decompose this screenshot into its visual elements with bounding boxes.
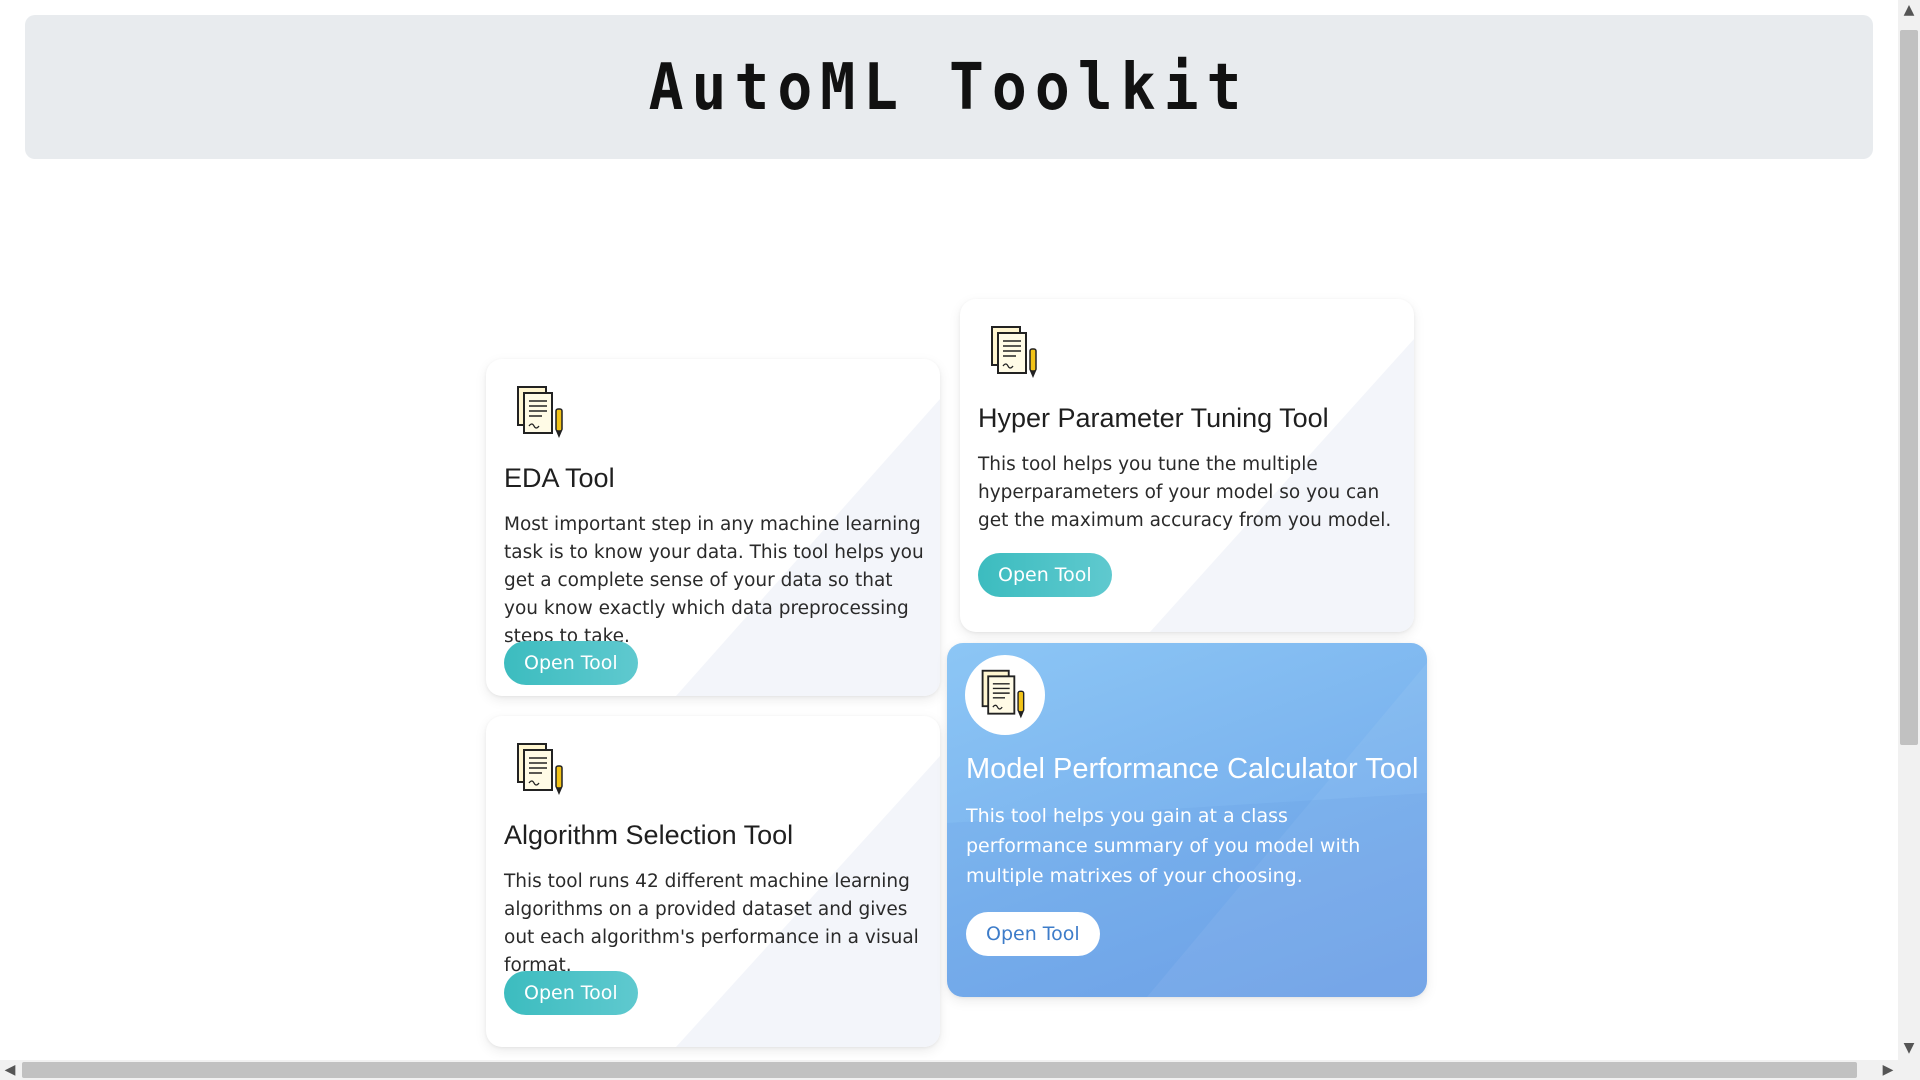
scroll-left-icon[interactable]: ◀ — [0, 1060, 20, 1080]
scroll-down-icon[interactable]: ▼ — [1899, 1038, 1919, 1058]
horizontal-scroll-thumb[interactable] — [22, 1062, 1857, 1078]
tool-card-algorithm-selection: Algorithm Selection Tool This tool runs … — [486, 716, 940, 1047]
scroll-right-icon[interactable]: ▶ — [1878, 1060, 1898, 1080]
document-pen-icon — [512, 383, 572, 443]
document-pen-icon — [981, 669, 1025, 719]
card-title: Algorithm Selection Tool — [504, 820, 794, 850]
vertical-scrollbar[interactable]: ▲ ▼ — [1898, 0, 1920, 1060]
card-title: Hyper Parameter Tuning Tool — [978, 403, 1329, 433]
open-tool-button[interactable]: Open Tool — [504, 641, 638, 685]
tool-card-eda: EDA Tool Most important step in any mach… — [486, 359, 940, 696]
card-title: Model Performance Calculator Tool — [966, 753, 1419, 785]
page-header: AutoML Toolkit — [25, 15, 1873, 159]
card-description: This tool helps you tune the multiple hy… — [978, 454, 1392, 531]
open-tool-button[interactable]: Open Tool — [504, 971, 638, 1015]
tool-card-model-performance: Model Performance Calculator Tool This t… — [947, 643, 1427, 997]
horizontal-scrollbar[interactable]: ◀ ▶ — [0, 1060, 1920, 1080]
icon-badge — [965, 655, 1045, 735]
card-title: EDA Tool — [504, 463, 615, 493]
document-pen-icon — [512, 740, 572, 800]
card-description: This tool helps you gain at a class perf… — [966, 805, 1361, 887]
page-title: AutoML Toolkit — [648, 49, 1250, 125]
scroll-up-icon[interactable]: ▲ — [1899, 0, 1919, 20]
document-pen-icon — [986, 323, 1046, 383]
card-description: Most important step in any machine learn… — [504, 514, 924, 647]
tool-card-hyperparameter: Hyper Parameter Tuning Tool This tool he… — [960, 299, 1414, 632]
card-description: This tool runs 42 different machine lear… — [504, 871, 919, 976]
vertical-scroll-thumb[interactable] — [1900, 30, 1918, 745]
open-tool-button[interactable]: Open Tool — [978, 553, 1112, 597]
open-tool-button[interactable]: Open Tool — [966, 912, 1100, 956]
